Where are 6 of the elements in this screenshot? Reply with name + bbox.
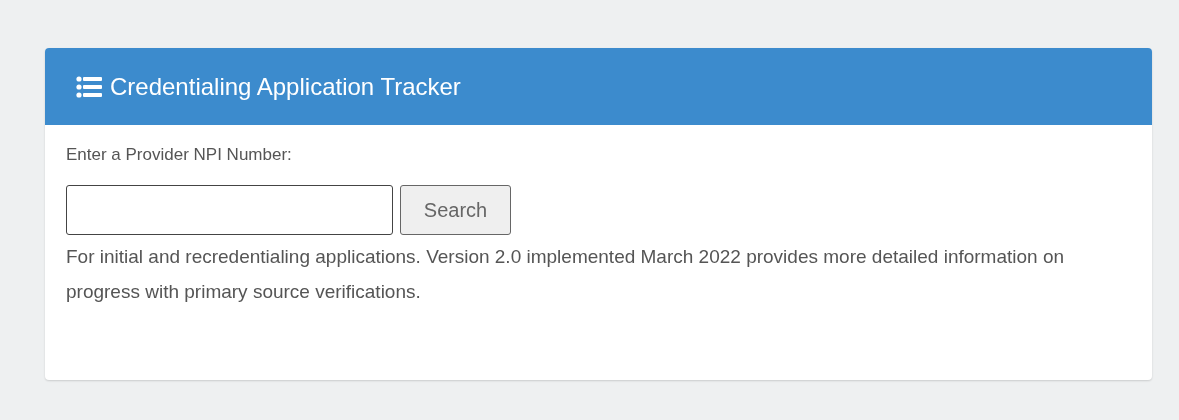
npi-input-field[interactable]: [66, 185, 393, 235]
list-icon: [76, 75, 102, 98]
description-text: For initial and recredentialing applications. Version 2.0 implemented March 2022 provides more detailed information on progress with primary source verifications.: [66, 245, 1066, 304]
search-button[interactable]: Search: [400, 185, 511, 235]
npi-label: Enter a Provider NPI Number:: [66, 145, 293, 165]
panel-title: Credentialing Application Tracker: [110, 72, 461, 101]
